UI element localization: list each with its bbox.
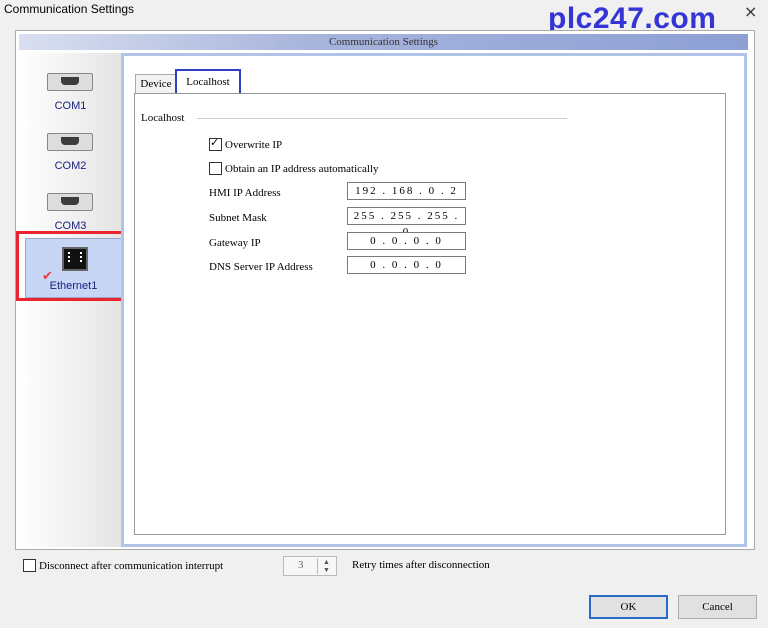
cancel-button[interactable]: Cancel	[678, 595, 757, 619]
sidebar-item-com3[interactable]: COM3	[19, 181, 122, 237]
group-divider	[197, 118, 567, 119]
sidebar-item-com2[interactable]: COM2	[19, 121, 122, 177]
gateway-ip-field[interactable]: 0 . 0 . 0 . 0	[347, 232, 466, 250]
subnet-mask-label: Subnet Mask	[209, 212, 267, 224]
checkbox-unchecked-icon	[209, 162, 222, 175]
overwrite-ip-checkbox[interactable]: Overwrite IP	[209, 136, 283, 151]
header-title: Communication Settings	[328, 36, 439, 48]
tab-device[interactable]: Device	[135, 74, 177, 93]
highlight-box-red	[16, 231, 135, 301]
disconnect-checkbox[interactable]: Disconnect after communication interrupt	[23, 559, 223, 572]
retry-value: 3	[298, 559, 304, 571]
checkbox-checked-icon	[209, 136, 222, 151]
gateway-ip-label: Gateway IP	[209, 237, 261, 249]
serial-port-icon	[47, 133, 93, 151]
sidebar-item-label: COM1	[54, 100, 87, 112]
ok-button[interactable]: OK	[589, 595, 668, 619]
settings-frame: Device Localhost Localhost Overwrite IP …	[121, 53, 747, 547]
serial-port-icon	[47, 73, 93, 91]
dns-server-label: DNS Server IP Address	[209, 261, 313, 273]
checkbox-label: Overwrite IP	[225, 138, 283, 151]
checkbox-unchecked-icon	[23, 559, 36, 572]
dns-server-field[interactable]: 0 . 0 . 0 . 0	[347, 256, 466, 274]
spin-arrows-icon[interactable]: ▲ ▼	[317, 558, 335, 574]
group-label: Localhost	[141, 112, 185, 124]
obtain-ip-auto-checkbox[interactable]: Obtain an IP address automatically	[209, 162, 379, 175]
sidebar-item-com1[interactable]: COM1	[19, 61, 122, 117]
sidebar-item-label: COM2	[54, 160, 87, 172]
window-title: Communication Settings	[4, 2, 135, 16]
hmi-ip-label: HMI IP Address	[209, 187, 281, 199]
tab-localhost[interactable]: Localhost	[175, 69, 241, 95]
disconnect-label: Disconnect after communication interrupt	[39, 559, 224, 572]
checkbox-label: Obtain an IP address automatically	[225, 162, 379, 175]
hmi-ip-field[interactable]: 192 . 168 . 0 . 2	[347, 182, 466, 200]
header-bar: Communication Settings	[19, 34, 748, 50]
localhost-panel: Localhost Overwrite IP Obtain an IP addr…	[134, 93, 726, 535]
dialog-body: Communication Settings COM1 COM2 COM3 ✔ …	[15, 30, 755, 550]
serial-port-icon	[47, 193, 93, 211]
retry-stepper[interactable]: 3 ▲ ▼	[283, 556, 337, 576]
subnet-mask-field[interactable]: 255 . 255 . 255 . 0	[347, 207, 466, 238]
close-icon[interactable]: ×	[744, 2, 757, 21]
retry-label: Retry times after disconnection	[352, 559, 490, 571]
